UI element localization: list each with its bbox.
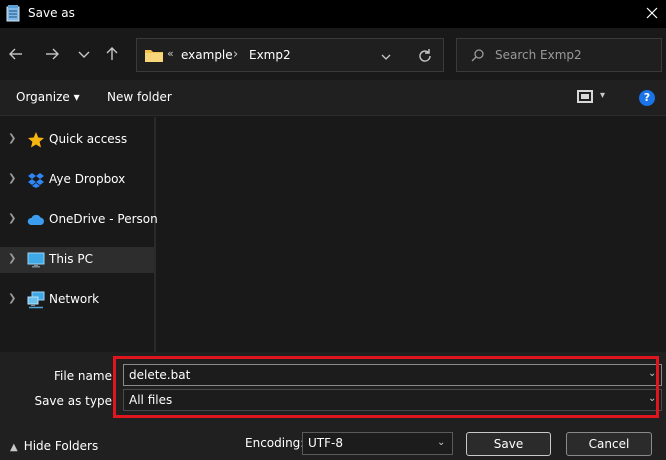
folder-icon [145,50,163,62]
sidebar-item-label: Aye Dropbox [49,172,126,186]
arrow-right-icon [46,48,59,60]
title-bar: Save as [0,0,666,28]
cancel-button[interactable]: Cancel [566,432,652,456]
arrow-up-icon [106,47,118,60]
encoding-select[interactable]: UTF-8 ⌄ [302,432,453,455]
breadcrumb-exmp2[interactable]: Exmp2 [249,48,291,62]
chevron-right-icon[interactable]: ❯ [8,133,16,144]
chevron-down-icon[interactable]: ⌄ [648,368,656,379]
view-dropdown-button[interactable]: ▾ [600,90,605,101]
window-title: Save as [28,6,75,20]
star-icon [28,132,44,148]
notepad-icon [6,5,20,22]
sidebar-item-onedrive[interactable]: ❯ OneDrive - Personal [0,207,168,233]
encoding-value: UTF-8 [308,436,343,450]
address-dropdown-button[interactable] [380,47,392,66]
sidebar-item-quick-access[interactable]: ❯ Quick access [0,127,154,153]
close-button[interactable] [640,2,664,24]
save-as-type-label: Save as type: [34,394,116,408]
save-as-type-select[interactable]: All files ⌄ [123,389,662,411]
cloud-icon [27,214,44,225]
file-name-label: File name: [54,369,116,383]
hide-folders-button[interactable]: ▲ Hide Folders [10,439,98,453]
chevron-right-icon[interactable]: ❯ [8,253,16,264]
hide-folders-label: Hide Folders [23,439,99,453]
navigation-bar: « example › Exmp2 [0,28,666,80]
encoding-label: Encoding: [245,436,305,450]
toolbar: Organize ▾ New folder ▾ [0,80,666,116]
dropbox-icon [28,173,44,188]
chevron-down-icon [381,54,391,60]
close-icon [646,7,658,19]
help-button[interactable]: ? [639,90,655,106]
chevron-down-icon [78,51,90,58]
search-box[interactable] [456,38,662,72]
chevron-down-icon[interactable]: ⌄ [648,393,656,404]
save-button[interactable]: Save [466,432,551,456]
breadcrumb-separator: › [233,47,239,62]
forward-button[interactable] [44,42,66,66]
sidebar-item-label: This PC [49,252,93,266]
sidebar-item-label: OneDrive - Personal [49,212,169,226]
chevron-up-icon: ▲ [10,442,18,453]
chevron-down-icon: ⌄ [437,437,446,448]
recent-locations-button[interactable] [77,42,99,66]
search-icon [471,49,484,62]
breadcrumb-example[interactable]: example [181,48,233,62]
refresh-icon [419,49,431,62]
sidebar-item-this-pc[interactable]: ❯ This PC [0,247,154,273]
view-options-icon[interactable] [577,90,593,103]
navigation-pane: ❯ Quick access ❯ Aye Dropbox ❯ OneDrive … [0,117,168,352]
refresh-button[interactable] [417,47,433,67]
chevron-right-icon[interactable]: ❯ [8,213,16,224]
chevron-right-icon[interactable]: ❯ [8,173,16,184]
back-button[interactable] [8,42,30,66]
network-icon [27,291,45,309]
file-list[interactable] [158,117,666,352]
organize-button[interactable]: Organize ▾ [16,90,80,104]
arrow-left-icon [9,48,22,60]
search-input[interactable] [495,47,655,63]
file-name-input[interactable] [129,367,629,383]
new-folder-button[interactable]: New folder [107,90,172,104]
sidebar-item-label: Network [49,292,100,306]
breadcrumb-overflow[interactable]: « [167,47,174,60]
chevron-right-icon[interactable]: ❯ [8,293,16,304]
save-as-type-value: All files [129,393,173,407]
up-button[interactable] [104,42,126,66]
sidebar-item-network[interactable]: ❯ Network [0,287,154,313]
monitor-icon [27,252,45,268]
address-bar[interactable]: « example › Exmp2 [136,38,444,72]
file-name-combobox[interactable]: ⌄ [123,364,662,386]
sidebar-item-label: Quick access [49,132,128,146]
sidebar-item-aye-dropbox[interactable]: ❯ Aye Dropbox [0,167,154,193]
